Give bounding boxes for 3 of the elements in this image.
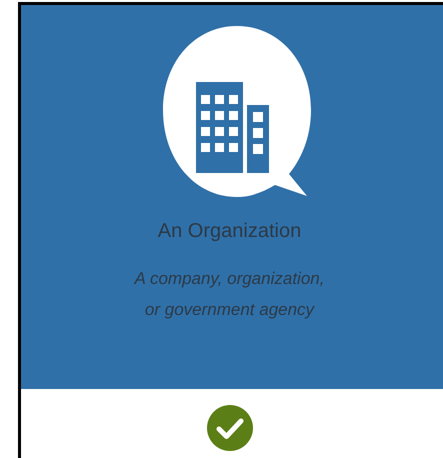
option-card[interactable]: An Organization A company, organization, or government agency bbox=[18, 2, 443, 458]
option-title: An Organization bbox=[158, 220, 302, 243]
option-description: A company, organization, or government agency bbox=[134, 268, 324, 321]
